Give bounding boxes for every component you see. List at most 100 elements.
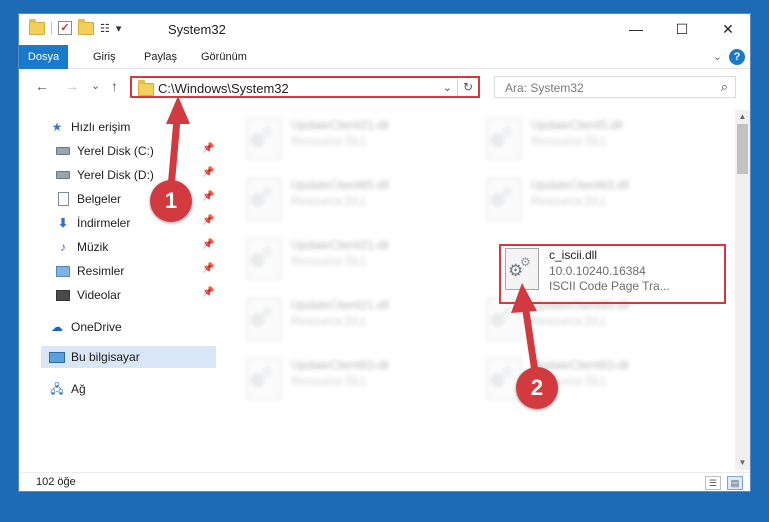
folder-icon xyxy=(29,18,45,35)
file-item[interactable]: UpdateClient65.dll Resource DLL xyxy=(243,174,473,226)
computer-icon xyxy=(49,349,65,365)
cloud-icon: ☁ xyxy=(51,320,63,334)
toolbar-caret[interactable]: ▾ xyxy=(116,22,122,35)
sidebar-item-network[interactable]: 🖧 Ağ xyxy=(49,378,85,400)
navigation-bar: ← → ⌄ ↑ C:\Windows\System32 ⌄ ↻ Ara: Sys… xyxy=(19,70,750,103)
up-button[interactable]: ↑ xyxy=(111,78,118,94)
scroll-up-icon[interactable]: ▲ xyxy=(735,110,750,124)
dll-file-icon xyxy=(487,118,521,160)
file-highlight-box xyxy=(499,244,726,304)
new-folder-icon[interactable] xyxy=(78,18,94,35)
tiles-view-icon[interactable]: ▤ xyxy=(727,476,743,490)
file-type: Resource DLL xyxy=(291,134,368,148)
address-dropdown-icon[interactable]: ⌄ xyxy=(443,81,452,94)
sidebar-item-label: İndirmeler xyxy=(77,216,131,230)
pictures-icon xyxy=(55,263,71,279)
address-text[interactable]: C:\Windows\System32 xyxy=(158,81,289,96)
sidebar-item-videos[interactable]: Videolar xyxy=(55,284,121,306)
pin-icon[interactable]: 📌 xyxy=(202,143,214,154)
step-marker-1: 1 xyxy=(150,180,192,222)
sidebar-item-quick-access[interactable]: ★ Hızlı erişim xyxy=(49,116,131,138)
file-name: UpdateClient5.dll xyxy=(531,118,623,132)
sidebar-item-local-disk-c[interactable]: Yerel Disk (C:) xyxy=(55,140,154,162)
file-name: UpdateClient21.dll xyxy=(291,298,390,312)
file-name: UpdateClient63.dll xyxy=(531,178,630,192)
disk-icon xyxy=(55,143,71,159)
music-icon: ♪ xyxy=(60,240,66,254)
status-bar: 102 öğe ☰ ▤ xyxy=(19,472,750,491)
pin-icon[interactable]: 📌 xyxy=(202,167,214,178)
file-item[interactable]: UpdateClient63.dll Resource DLL xyxy=(243,354,473,406)
forward-button[interactable]: → xyxy=(65,78,79,94)
pin-icon[interactable]: 📌 xyxy=(202,191,214,202)
tab-home[interactable]: Giriş xyxy=(93,45,116,69)
documents-icon xyxy=(55,191,71,207)
details-view-icon[interactable]: ☰ xyxy=(705,476,721,490)
file-item[interactable]: UpdateClient63.dll Resource DLL xyxy=(483,174,713,226)
file-item[interactable]: UpdateClient21.dll Resource DLL xyxy=(243,114,473,166)
tab-file[interactable]: Dosya xyxy=(19,45,68,69)
ribbon-tabs: Dosya Giriş Paylaş Görünüm ⌄ ? xyxy=(19,45,750,69)
refresh-icon[interactable]: ↻ xyxy=(457,78,478,96)
search-box[interactable]: Ara: System32 ⌕ xyxy=(494,76,736,98)
pin-icon[interactable]: 📌 xyxy=(202,215,214,226)
toolbar-separator xyxy=(51,21,52,35)
search-icon[interactable]: ⌕ xyxy=(721,79,728,95)
tab-share[interactable]: Paylaş xyxy=(144,45,177,69)
customize-toolbar-icon[interactable]: ☷ xyxy=(100,22,110,35)
file-name: UpdateClient21.dll xyxy=(291,238,390,252)
file-name: UpdateClient65.dll xyxy=(291,178,390,192)
file-item[interactable]: UpdateClient21.dll Resource DLL xyxy=(243,294,473,346)
sidebar-item-onedrive[interactable]: ☁ OneDrive xyxy=(49,316,122,338)
file-type: Resource DLL xyxy=(531,314,608,328)
sidebar-item-label: Yerel Disk (D:) xyxy=(77,168,154,182)
sidebar-item-label: Yerel Disk (C:) xyxy=(77,144,154,158)
sidebar-item-local-disk-d[interactable]: Yerel Disk (D:) xyxy=(55,164,154,186)
dll-file-icon xyxy=(247,178,281,220)
sidebar-item-label: Belgeler xyxy=(77,192,122,206)
vertical-scrollbar[interactable]: ▲ ▼ xyxy=(735,110,750,470)
pin-icon[interactable]: 📌 xyxy=(202,287,214,298)
sidebar-item-this-pc[interactable]: Bu bilgisayar xyxy=(41,346,216,368)
folder-icon xyxy=(138,80,154,96)
dll-file-icon xyxy=(247,238,281,280)
file-type: Resource DLL xyxy=(531,134,608,148)
close-button[interactable]: ✕ xyxy=(705,14,750,45)
network-icon: 🖧 xyxy=(50,382,64,396)
file-name: UpdateClient63.dll xyxy=(291,358,390,372)
help-icon[interactable]: ? xyxy=(729,49,745,65)
dll-file-icon xyxy=(487,178,521,220)
sidebar-item-music[interactable]: ♪ Müzik xyxy=(55,236,108,258)
sidebar-item-label: Resimler xyxy=(77,264,125,278)
sidebar-item-pictures[interactable]: Resimler xyxy=(55,260,124,282)
explorer-window: ✓ ☷ ▾ System32 — ☐ ✕ Dosya Giriş Paylaş … xyxy=(18,13,751,492)
window-title: System32 xyxy=(168,22,226,37)
file-item[interactable]: UpdateClient21.dll Resource DLL xyxy=(243,234,473,286)
sidebar-item-label: Hızlı erişim xyxy=(71,120,131,134)
scroll-thumb[interactable] xyxy=(737,124,748,174)
file-item[interactable]: UpdateClient5.dll Resource DLL xyxy=(483,114,713,166)
maximize-button[interactable]: ☐ xyxy=(659,14,705,45)
star-icon: ★ xyxy=(51,120,63,134)
recent-locations-button[interactable]: ⌄ xyxy=(91,79,100,92)
search-placeholder[interactable]: Ara: System32 xyxy=(505,81,584,95)
file-type: Resource DLL xyxy=(291,194,368,208)
pin-icon[interactable]: 📌 xyxy=(202,239,214,250)
downloads-icon: ⬇ xyxy=(57,216,69,230)
title-bar: ✓ ☷ ▾ System32 — ☐ ✕ xyxy=(19,14,750,45)
minimize-button[interactable]: — xyxy=(613,14,659,45)
back-button[interactable]: ← xyxy=(35,78,49,94)
pin-icon[interactable]: 📌 xyxy=(202,263,214,274)
properties-icon[interactable]: ✓ xyxy=(58,21,72,35)
sidebar-item-label: Bu bilgisayar xyxy=(71,350,140,364)
ribbon-expand-icon[interactable]: ⌄ xyxy=(713,50,722,63)
address-bar[interactable]: C:\Windows\System32 ⌄ ↻ xyxy=(130,76,480,98)
sidebar-item-downloads[interactable]: ⬇ İndirmeler xyxy=(55,212,130,234)
sidebar-item-label: Videolar xyxy=(77,288,121,302)
scroll-down-icon[interactable]: ▼ xyxy=(735,456,750,470)
tab-view[interactable]: Görünüm xyxy=(201,45,247,69)
dll-file-icon xyxy=(247,358,281,400)
sidebar-item-documents[interactable]: Belgeler xyxy=(55,188,121,210)
dll-file-icon xyxy=(247,298,281,340)
file-type: Resource DLL xyxy=(291,254,368,268)
